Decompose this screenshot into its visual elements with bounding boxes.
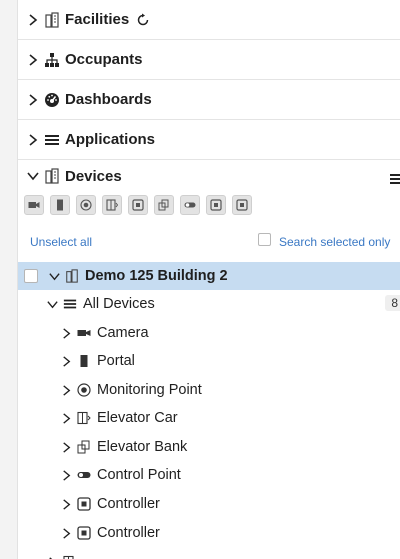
left-gutter (0, 0, 18, 559)
device-type-label: Camera (97, 325, 149, 341)
section-label: Facilities (65, 11, 130, 28)
search-selected-only-label[interactable]: Search selected only (279, 235, 390, 249)
gauge-icon (45, 92, 59, 107)
filter-camera-button[interactable] (24, 195, 44, 215)
selection-actions: Unselect all Search selected only (18, 229, 400, 253)
device-type-label: Elevator Car (97, 410, 178, 426)
tree-row-portal[interactable]: Portal (18, 347, 400, 375)
controller-icon (236, 199, 248, 211)
tree-row-building[interactable]: Demo 125 Building 2 (18, 262, 400, 290)
section-applications[interactable]: Applications (18, 120, 400, 160)
unselect-all-link[interactable]: Unselect all (30, 235, 92, 249)
section-label: Occupants (65, 51, 143, 68)
section-facilities[interactable]: Facilities (18, 0, 400, 40)
list-icon (45, 134, 59, 145)
monitoring-point-icon (77, 383, 93, 397)
filter-controller-button-2[interactable] (206, 195, 226, 215)
chevron-right-icon[interactable] (26, 133, 40, 147)
chevron-down-icon[interactable] (46, 298, 59, 311)
tree-row-elevator-car[interactable]: Elevator Car (18, 404, 400, 432)
building-icon (45, 168, 59, 184)
all-devices-label: All Devices (83, 296, 155, 312)
chevron-right-icon[interactable] (60, 441, 73, 454)
control-point-icon (184, 202, 196, 208)
reload-icon[interactable] (136, 13, 150, 27)
controller-icon (77, 526, 93, 540)
chevron-down-icon[interactable] (48, 270, 61, 283)
building-icon (65, 269, 81, 283)
search-selected-only-checkbox[interactable] (258, 233, 271, 246)
chevron-right-icon[interactable] (46, 556, 59, 559)
monitoring-point-icon (80, 199, 92, 211)
device-type-label: Controller (97, 496, 160, 512)
tree-row-monitoring-point[interactable]: Monitoring Point (18, 376, 400, 404)
camera-icon (28, 202, 40, 208)
camera-icon (77, 326, 93, 340)
chevron-down-icon[interactable] (26, 169, 40, 183)
chevron-right-icon[interactable] (60, 498, 73, 511)
controller-icon (77, 497, 93, 511)
org-chart-icon (45, 52, 59, 67)
tree-row-controller[interactable]: Controller (18, 490, 400, 518)
elevator-bank-icon (77, 440, 93, 454)
tree-row-camera[interactable]: Camera (18, 319, 400, 347)
chevron-right-icon[interactable] (60, 327, 73, 340)
filter-control-point-button[interactable] (180, 195, 200, 215)
filter-monitoring-point-button[interactable] (76, 195, 96, 215)
chevron-right-icon[interactable] (26, 93, 40, 107)
section-devices[interactable]: Devices (18, 160, 400, 192)
elevator-bank-icon (158, 199, 169, 211)
chevron-right-icon[interactable] (60, 355, 73, 368)
menu-icon[interactable] (390, 172, 400, 186)
device-type-label: Elevator Bank (97, 439, 188, 455)
tree-row-elevator-bank[interactable]: Elevator Bank (18, 433, 400, 461)
section-dashboards[interactable]: Dashboards (18, 80, 400, 120)
chevron-right-icon[interactable] (60, 384, 73, 397)
controller-icon (210, 199, 222, 211)
portal-icon (57, 199, 63, 211)
section-label: Devices (65, 167, 122, 185)
chevron-right-icon[interactable] (26, 13, 40, 27)
controller-icon (132, 199, 144, 211)
tree-row-control-point[interactable]: Control Point (18, 461, 400, 489)
tree-row-partial[interactable] (18, 548, 400, 559)
device-filter-toolbar (24, 195, 252, 215)
portal-icon (77, 354, 93, 368)
elevator-car-icon (106, 199, 118, 211)
chevron-right-icon[interactable] (60, 527, 73, 540)
app-frame: Facilities Occupants Dashboards Applicat… (0, 0, 400, 559)
filter-elevator-bank-button[interactable] (154, 195, 174, 215)
building-icon (45, 11, 59, 28)
device-count-badge: 8 (385, 295, 400, 311)
list-icon (63, 297, 79, 311)
device-type-label: Portal (97, 353, 135, 369)
filter-controller-button[interactable] (128, 195, 148, 215)
section-occupants[interactable]: Occupants (18, 40, 400, 80)
chevron-right-icon[interactable] (26, 53, 40, 67)
tree-row-all-devices[interactable]: All Devices 8 (18, 290, 400, 318)
building-label: Demo 125 Building 2 (85, 268, 228, 284)
section-label: Dashboards (65, 91, 152, 108)
filter-elevator-car-button[interactable] (102, 195, 122, 215)
tree-row-controller-2[interactable]: Controller (18, 519, 400, 547)
device-type-label: Control Point (97, 467, 181, 483)
chevron-right-icon[interactable] (60, 412, 73, 425)
section-label: Applications (65, 131, 156, 148)
device-type-label: Monitoring Point (97, 382, 202, 398)
control-point-icon (77, 468, 93, 482)
building-checkbox[interactable] (24, 269, 38, 283)
filter-controller-button-3[interactable] (232, 195, 252, 215)
elevator-car-icon (63, 555, 79, 559)
device-type-label: Controller (97, 525, 160, 541)
chevron-right-icon[interactable] (60, 469, 73, 482)
navigation-panel: Facilities Occupants Dashboards Applicat… (18, 0, 400, 559)
filter-portal-button[interactable] (50, 195, 70, 215)
elevator-car-icon (77, 411, 93, 425)
